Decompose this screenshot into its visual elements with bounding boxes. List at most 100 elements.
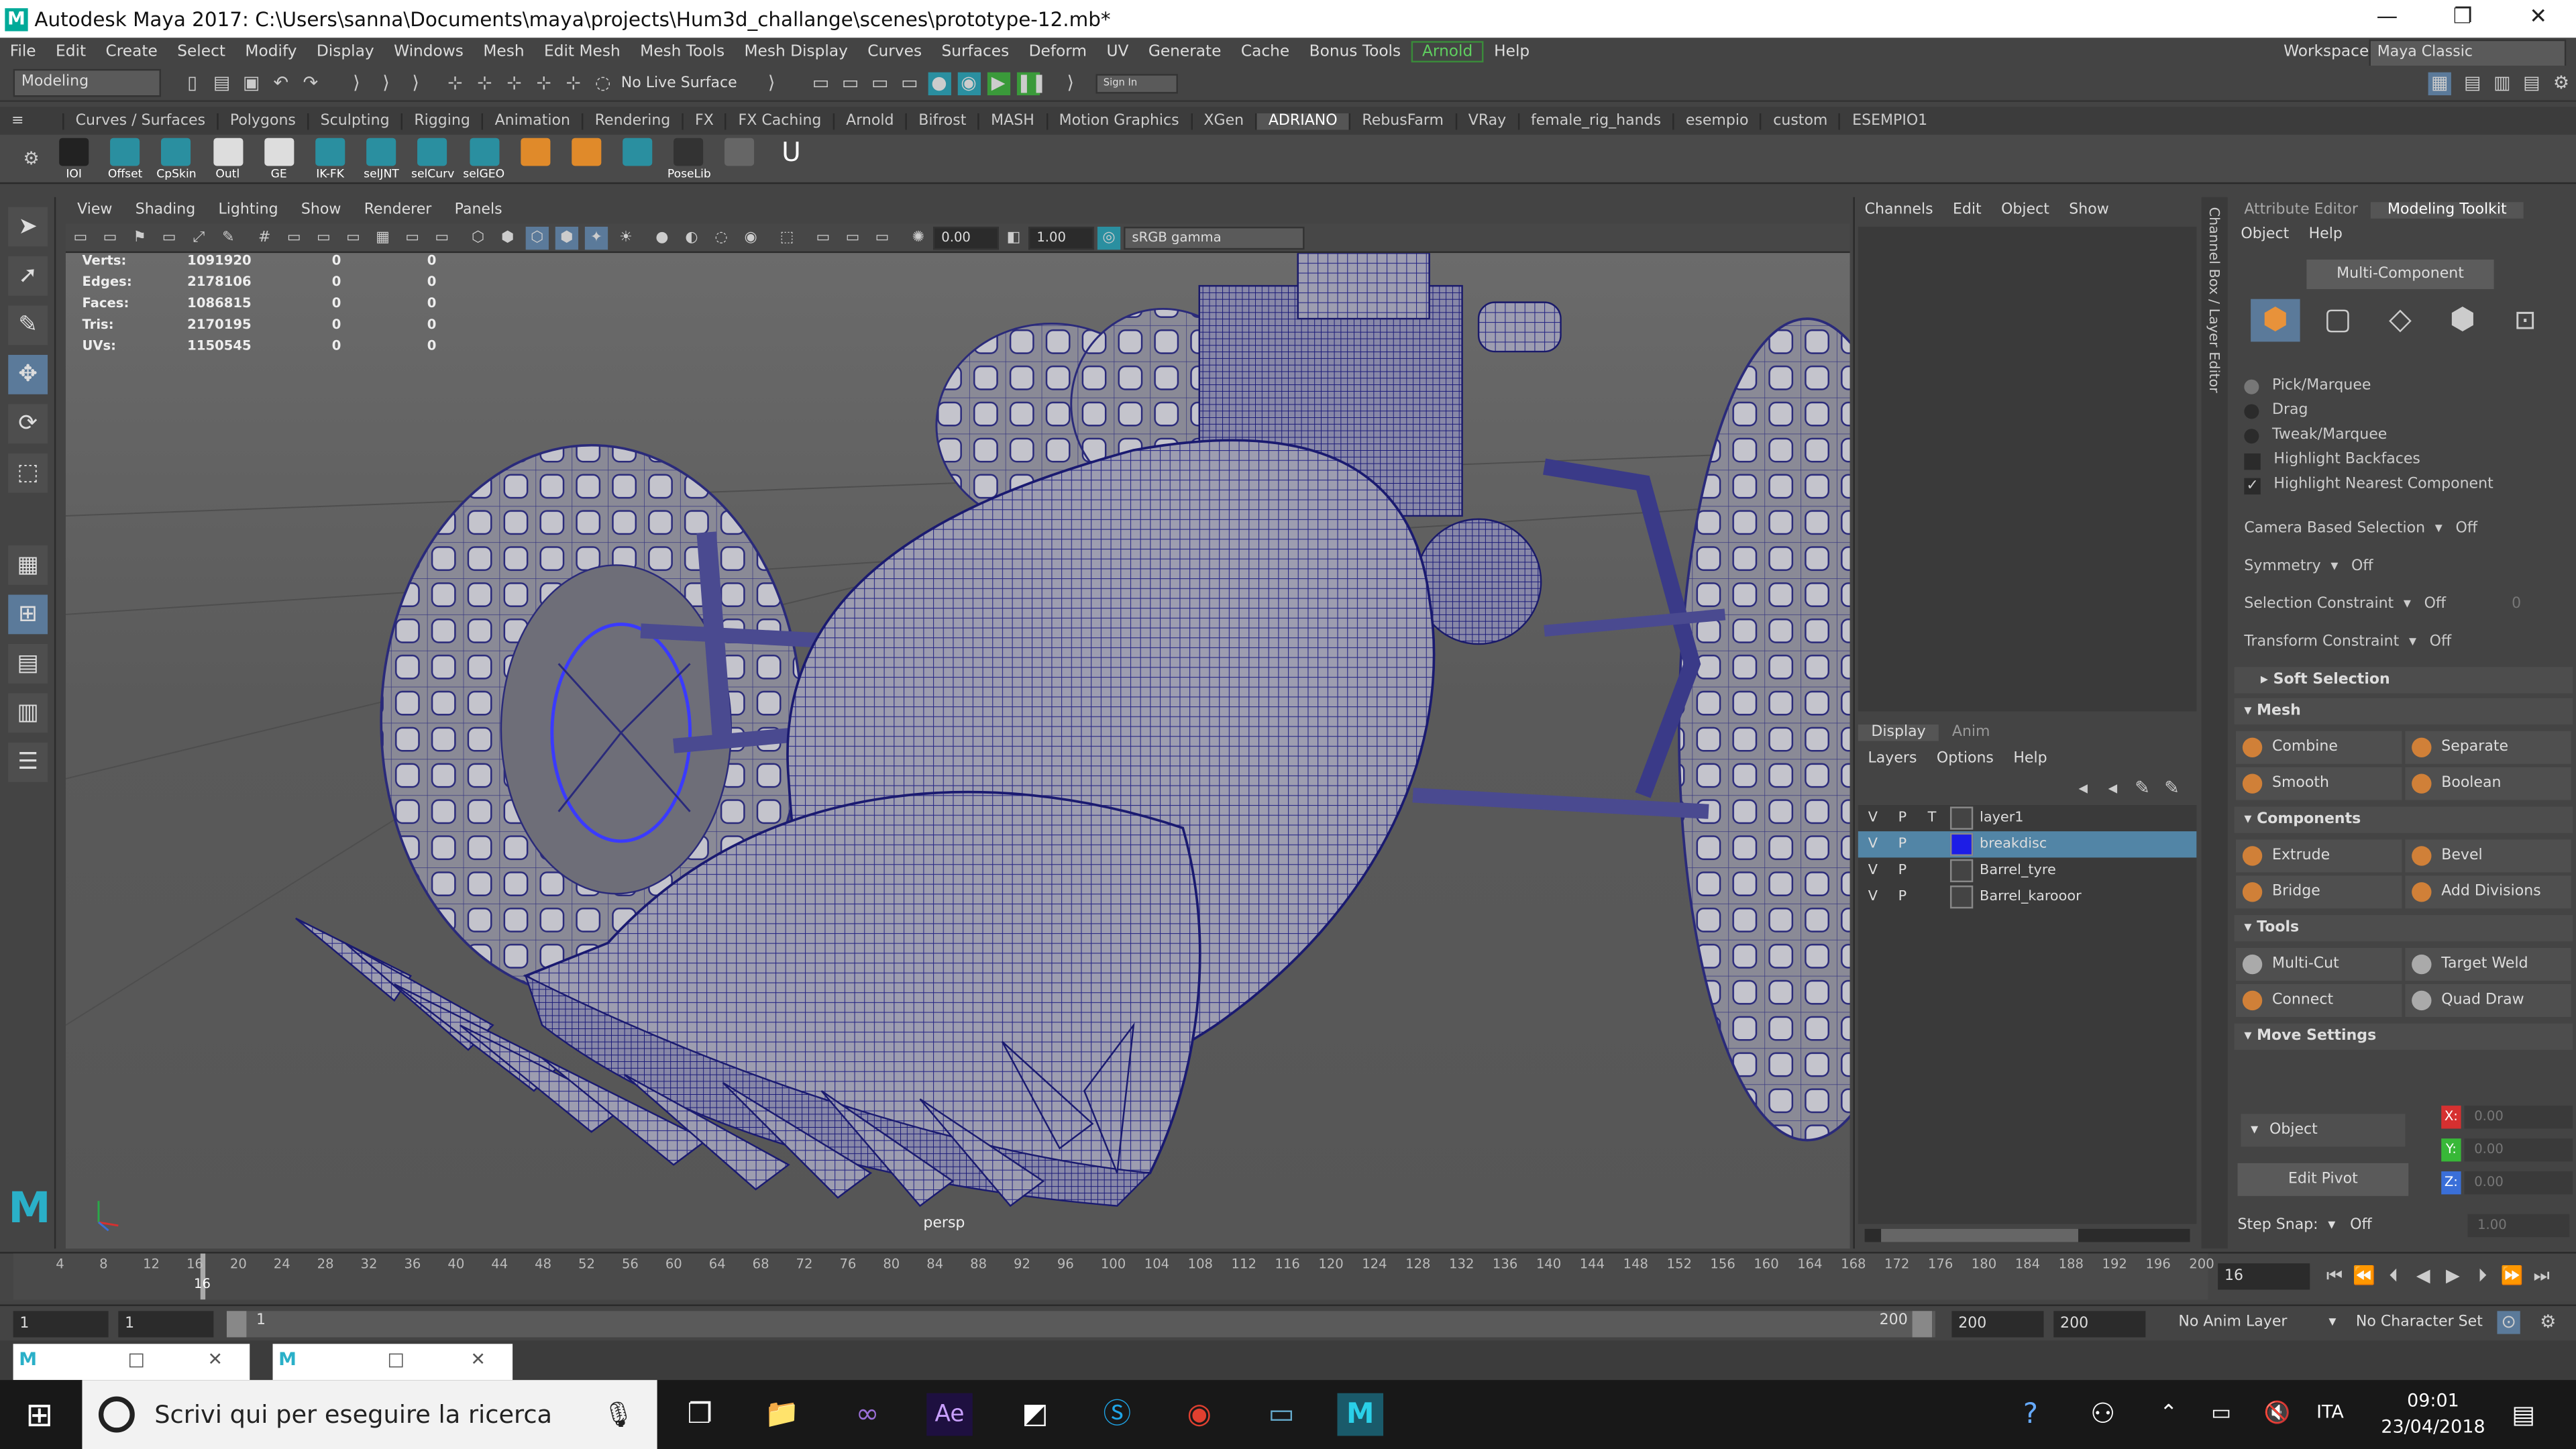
shelf-button-ioi[interactable]: IOI xyxy=(52,136,95,182)
two-view-layout-icon[interactable]: ▤ xyxy=(8,644,48,684)
layer-color-swatch[interactable] xyxy=(1949,885,1974,909)
viewport-persp[interactable]: Verts: 1091920 0 0 Edges: 2178106 0 0 Faces: 10… xyxy=(65,253,1850,1249)
film-gate-icon[interactable]: ▭ xyxy=(282,226,305,249)
wireframe-on-shaded-icon[interactable]: ⬡ xyxy=(525,225,549,250)
shelf-tab[interactable]: Arnold xyxy=(833,112,906,129)
battery-icon[interactable]: ▭ xyxy=(2198,1393,2245,1436)
layout-icon[interactable]: ▦ xyxy=(2428,71,2451,95)
layer-color-swatch[interactable] xyxy=(1949,859,1974,883)
uv-mode-icon[interactable]: ⊡ xyxy=(2500,299,2549,342)
highlight-backfaces-checkbox[interactable]: Highlight Backfaces xyxy=(2231,449,2576,474)
skype-icon[interactable]: Ⓢ xyxy=(1094,1393,1140,1436)
anim-layer-dropdown[interactable]: No Anim Layer ▾ xyxy=(2172,1314,2336,1330)
shelf-button-outl[interactable]: Outl xyxy=(207,136,250,182)
shelf-tab[interactable]: Animation xyxy=(482,112,582,129)
rotate-tool-icon[interactable]: ⟳ xyxy=(8,404,48,444)
shelf-tab[interactable]: Motion Graphics xyxy=(1045,112,1191,129)
step-back-key-icon[interactable]: ⏪ xyxy=(2353,1265,2375,1288)
restore-window-icon[interactable]: □ xyxy=(384,1349,407,1372)
redo-icon[interactable]: ↷ xyxy=(299,72,322,95)
play-backwards-icon[interactable]: ◀ xyxy=(2412,1265,2434,1288)
auto-key-icon[interactable]: ⊙ xyxy=(2497,1311,2520,1334)
step-snap-dropdown[interactable]: ▾ Off xyxy=(2328,1218,2371,1234)
show-hidden-icons-icon[interactable]: ⌃ xyxy=(2145,1393,2192,1436)
channel-menu-edit[interactable]: Edit xyxy=(1943,202,1991,218)
camera-attributes-icon[interactable]: ▭ xyxy=(99,226,121,249)
tab-modeling-toolkit[interactable]: Modeling Toolkit xyxy=(2371,202,2524,219)
isolate-select-icon[interactable]: ⬚ xyxy=(775,226,798,249)
axis-x-field[interactable]: 0.00 xyxy=(2464,1106,2573,1129)
shelf-tab[interactable]: FX Caching xyxy=(724,112,833,129)
anim-start-field[interactable]: 1 xyxy=(13,1311,109,1338)
menu-curves[interactable]: Curves xyxy=(858,43,932,61)
bridge-button[interactable]: Bridge xyxy=(2236,875,2402,909)
object-mode-cube-icon[interactable]: ⬢ xyxy=(2251,299,2300,342)
lasso-tool-icon[interactable]: ➚ xyxy=(8,256,48,296)
select-object-icon[interactable]: ⟩ xyxy=(374,72,397,95)
single-view-layout-icon[interactable]: ▦ xyxy=(8,545,48,585)
open-scene-icon[interactable]: ▤ xyxy=(210,72,233,95)
visual-studio-icon[interactable]: ∞ xyxy=(845,1393,891,1436)
edge-mode-icon[interactable]: ◇ xyxy=(2375,299,2424,342)
shelf-tab[interactable]: custom xyxy=(1760,112,1839,129)
drag-option[interactable]: Drag xyxy=(2231,399,2576,424)
range-start-handle[interactable] xyxy=(226,1311,247,1338)
step-forward-frame-icon[interactable]: ⏵ xyxy=(2471,1265,2493,1288)
shelf-button-poselib[interactable]: PoseLib xyxy=(667,136,711,182)
grease-pencil-icon[interactable]: ✎ xyxy=(217,226,239,249)
gamma-icon[interactable]: ◧ xyxy=(1002,226,1025,249)
combine-button[interactable]: Combine xyxy=(2236,731,2402,764)
menu-edit-mesh[interactable]: Edit Mesh xyxy=(534,43,630,61)
menu-display[interactable]: Display xyxy=(307,43,384,61)
shelf-tab[interactable]: Rigging xyxy=(400,112,482,129)
language-indicator[interactable]: ITA xyxy=(2316,1401,2344,1423)
bevel-button[interactable]: Bevel xyxy=(2405,839,2571,873)
new-layer-from-selected-icon[interactable]: ✎ xyxy=(2160,777,2183,800)
shelf-button-selcurv[interactable]: selCurv xyxy=(411,136,454,182)
tool-settings-toggle-icon[interactable]: ▥ xyxy=(2491,72,2514,95)
layer-row[interactable]: V P Tlayer1 xyxy=(1858,805,2196,831)
go-to-start-icon[interactable]: ⏮ xyxy=(2323,1265,2346,1288)
edit-pivot-button[interactable]: Edit Pivot xyxy=(2237,1163,2409,1196)
shelf-button-ik-fk[interactable]: IK-FK xyxy=(309,136,352,182)
select-component-icon[interactable]: ⟩ xyxy=(404,72,427,95)
menu-bonus-tools[interactable]: Bonus Tools xyxy=(1299,43,1411,61)
menu-cache[interactable]: Cache xyxy=(1231,43,1299,61)
maya-taskbar-icon[interactable]: M xyxy=(1337,1393,1384,1436)
gamma-field[interactable]: 1.00 xyxy=(1028,225,1095,250)
symmetry-row[interactable]: Symmetry ▾ Off xyxy=(2231,549,2576,586)
scale-tool-icon[interactable]: ⬚ xyxy=(8,453,48,493)
character-set-dropdown[interactable]: No Character Set xyxy=(2349,1314,2497,1330)
file-explorer-icon[interactable]: 📁 xyxy=(759,1393,805,1436)
shelf-tab[interactable]: Sculpting xyxy=(307,112,401,129)
gate-mask-icon[interactable]: ▭ xyxy=(341,226,364,249)
restore-window-icon[interactable]: □ xyxy=(125,1349,148,1372)
range-end-handle[interactable] xyxy=(1912,1311,1933,1338)
xray-joints-icon[interactable]: ▭ xyxy=(841,226,864,249)
components-section-header[interactable]: ▾ Components xyxy=(2234,806,2573,833)
depth-of-field-icon[interactable]: ◉ xyxy=(739,226,762,249)
shelf-settings-gear-icon[interactable]: ⚙ xyxy=(19,148,42,170)
exposure-field[interactable]: 0.00 xyxy=(933,225,999,250)
axis-y-field[interactable]: 0.00 xyxy=(2464,1138,2573,1162)
textured-icon[interactable]: ⬢ xyxy=(555,225,579,250)
time-slider-track[interactable]: 4 8 12 16 20 24 28 32 36 40 44 48 52 56 60 64 68 72 76 80 84… xyxy=(13,1253,2214,1300)
shelf-tab[interactable]: ESEMPIO1 xyxy=(1839,112,1939,129)
time-slider[interactable]: 4 8 12 16 20 24 28 32 36 40 44 48 52 56 60 64 68 72 76 80 84… xyxy=(0,1252,2576,1301)
hypershade-icon[interactable]: ● xyxy=(927,71,951,95)
volume-icon[interactable]: 🔇 xyxy=(2254,1393,2300,1436)
move-tool-icon[interactable]: ✥ xyxy=(8,354,48,394)
menu-create[interactable]: Create xyxy=(96,43,168,61)
tab-attribute-editor[interactable]: Attribute Editor xyxy=(2231,202,2371,218)
camera-based-selection-row[interactable]: Camera Based Selection ▾ Off xyxy=(2231,511,2576,549)
photos-icon[interactable]: ▭ xyxy=(1258,1393,1305,1436)
sticky-notes-icon[interactable]: ◩ xyxy=(1012,1393,1059,1436)
range-slider-bar[interactable]: 1 200 xyxy=(226,1311,1935,1338)
grid-icon[interactable]: # xyxy=(253,226,276,249)
shelf-tab[interactable]: XGen xyxy=(1190,112,1255,129)
add-divisions-button[interactable]: Add Divisions xyxy=(2405,875,2571,909)
menu-mesh-display[interactable]: Mesh Display xyxy=(735,43,858,61)
shelf-tab[interactable]: Bifrost xyxy=(905,112,978,129)
menu-generate[interactable]: Generate xyxy=(1138,43,1231,61)
render-frame-icon[interactable]: ▭ xyxy=(839,72,862,95)
